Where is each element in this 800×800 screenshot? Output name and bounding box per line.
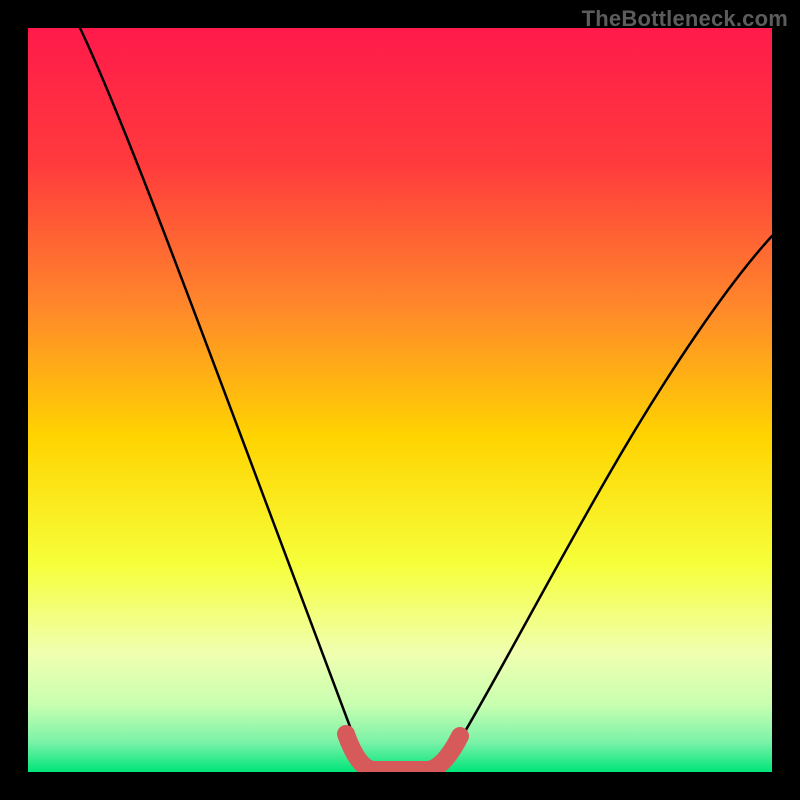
chart-frame: TheBottleneck.com [0,0,800,800]
chart-svg [28,28,772,772]
watermark-text: TheBottleneck.com [582,6,788,32]
bottleneck-chart [28,28,772,772]
gradient-background [28,28,772,772]
